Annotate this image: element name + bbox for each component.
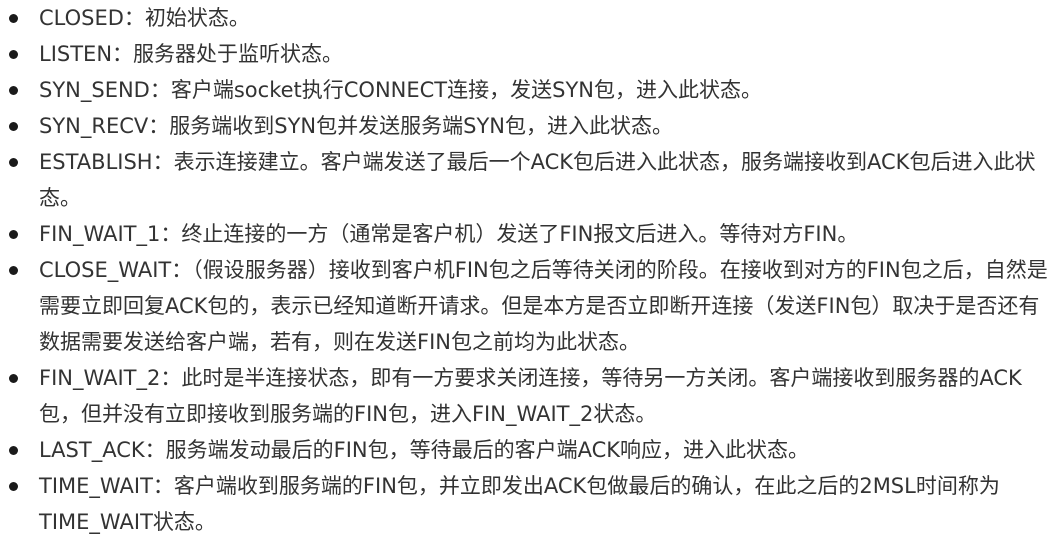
state-name: LISTEN [39, 42, 113, 66]
list-item-syn-recv: SYN_RECV：服务端收到SYN包并发送服务端SYN包，进入此状态。 [0, 108, 1063, 144]
bullet-icon [9, 266, 18, 275]
separator: ： [152, 150, 174, 174]
bullet-icon [9, 158, 18, 167]
list-item-close-wait: CLOSE_WAIT：（假设服务器）接收到客户机FIN包之后等待关闭的阶段。在接… [0, 252, 1063, 360]
state-name: FIN_WAIT_1 [39, 222, 161, 246]
list-item-listen: LISTEN：服务器处于监听状态。 [0, 36, 1063, 72]
state-name: SYN_RECV [39, 114, 149, 138]
separator: ： [149, 78, 171, 102]
bullet-icon [9, 446, 18, 455]
list-item-establish: ESTABLISH：表示连接建立。客户端发送了最后一个ACK包后进入此状态，服务… [0, 144, 1063, 216]
state-name: ESTABLISH [39, 150, 153, 174]
state-description: 服务端发动最后的FIN包，等待最后的客户端ACK响应，进入此状态。 [165, 438, 810, 462]
bullet-icon [9, 86, 18, 95]
state-description: 表示连接建立。客户端发送了最后一个ACK包后进入此状态，服务端接收到ACK包后进… [39, 150, 1036, 210]
bullet-icon [9, 122, 18, 131]
separator: ： [171, 258, 193, 282]
state-name: LAST_ACK [39, 438, 145, 462]
list-item-last-ack: LAST_ACK：服务端发动最后的FIN包，等待最后的客户端ACK响应，进入此状… [0, 432, 1063, 468]
bullet-icon [9, 482, 18, 491]
bullet-icon [9, 50, 18, 59]
tcp-state-list: CLOSED：初始状态。 LISTEN：服务器处于监听状态。 SYN_SEND：… [0, 0, 1063, 540]
bullet-icon [9, 230, 18, 239]
state-name: SYN_SEND [39, 78, 150, 102]
state-description: 客户端收到服务端的FIN包，并立即发出ACK包做最后的确认，在此之后的2MSL时… [39, 474, 1000, 534]
separator: ： [160, 222, 182, 246]
state-name: CLOSE_WAIT [39, 258, 172, 282]
list-item-time-wait: TIME_WAIT：客户端收到服务端的FIN包，并立即发出ACK包做最后的确认，… [0, 468, 1063, 540]
separator: ： [144, 438, 166, 462]
bullet-icon [9, 14, 18, 23]
state-description: 终止连接的一方（通常是客户机）发送了FIN报文后进入。等待对方FIN。 [181, 222, 859, 246]
list-item-fin-wait-2: FIN_WAIT_2：此时是半连接状态，即有一方要求关闭连接，等待另一方关闭。客… [0, 360, 1063, 432]
separator: ： [160, 366, 182, 390]
separator: ： [148, 114, 170, 138]
state-name: TIME_WAIT [39, 474, 153, 498]
state-description: 初始状态。 [144, 6, 250, 30]
state-description: 服务器处于监听状态。 [133, 42, 344, 66]
separator: ： [112, 42, 134, 66]
state-name: FIN_WAIT_2 [39, 366, 161, 390]
separator: ： [152, 474, 174, 498]
bullet-icon [9, 374, 18, 383]
state-description: 客户端socket执行CONNECT连接，发送SYN包，进入此状态。 [170, 78, 762, 102]
list-item-fin-wait-1: FIN_WAIT_1：终止连接的一方（通常是客户机）发送了FIN报文后进入。等待… [0, 216, 1063, 252]
list-item-syn-send: SYN_SEND：客户端socket执行CONNECT连接，发送SYN包，进入此… [0, 72, 1063, 108]
state-name: CLOSED [39, 6, 124, 30]
list-item-closed: CLOSED：初始状态。 [0, 0, 1063, 36]
state-description: 服务端收到SYN包并发送服务端SYN包，进入此状态。 [169, 114, 673, 138]
state-description: 此时是半连接状态，即有一方要求关闭连接，等待另一方关闭。客户端接收到服务器的AC… [39, 366, 1022, 426]
separator: ： [123, 6, 145, 30]
